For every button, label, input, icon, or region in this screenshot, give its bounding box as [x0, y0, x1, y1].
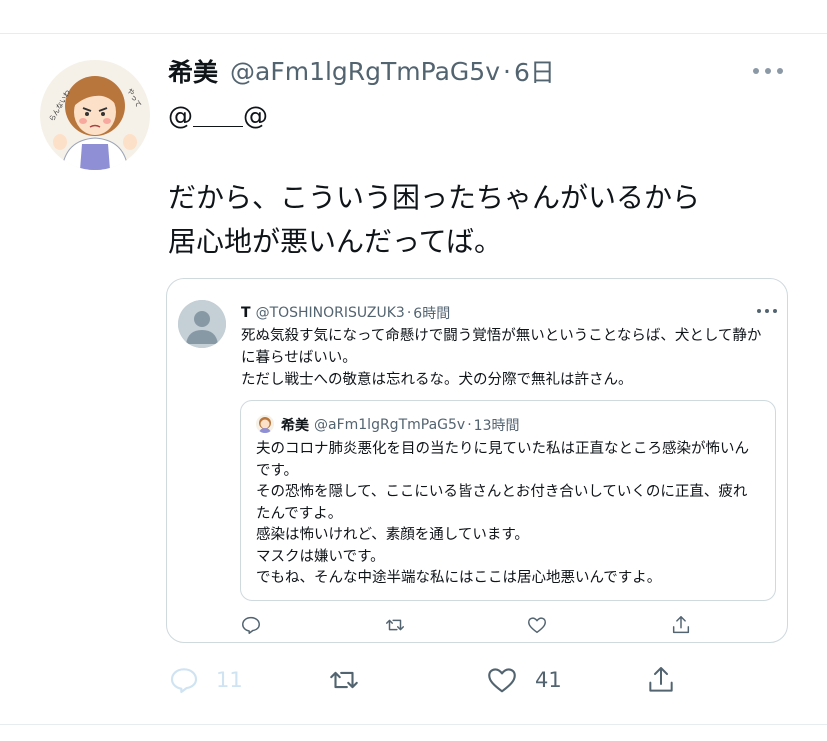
nested-text-line: マスクは嫌いです。 — [256, 548, 385, 565]
default-profile-icon — [178, 300, 226, 348]
author-name[interactable]: 希美 — [168, 53, 218, 89]
quoted-author-name[interactable]: T — [241, 305, 251, 321]
more-horizontal-icon[interactable] — [750, 60, 786, 82]
like-button[interactable]: 41 — [485, 660, 562, 700]
time-separator: · — [503, 56, 511, 86]
tweet-action-bar: 11 41 — [0, 660, 827, 700]
quoted-time-separator: · — [406, 305, 412, 321]
top-divider — [0, 33, 827, 34]
nested-text-line: 感染は怖いけれど、素顔を通しています。 — [256, 527, 529, 543]
nested-header: 希美 @aFm1lgRgTmPaG5v · 13時間 — [281, 415, 519, 435]
nested-avatar[interactable] — [256, 415, 274, 433]
quoted-more-horizontal-icon[interactable] — [757, 307, 777, 315]
like-count: 41 — [535, 668, 562, 692]
nested-text-line: その恐怖を隠して、ここにいる皆さんとお付き合いしていくのに正直、疲れ — [256, 484, 748, 500]
nested-text-line: でもね、そんな中途半端な私にはここは居心地悪いんですよ。 — [256, 570, 662, 586]
quoted-retweet-icon[interactable] — [384, 614, 406, 636]
user-avatar[interactable]: らんないわ やって — [40, 60, 150, 170]
tweet-text: だから、こういう困ったちゃんがいるから 居心地が悪いんだってば。 — [168, 176, 768, 264]
quoted-text-line: に暮らせばいい。 — [241, 350, 357, 366]
quoted-reply-icon[interactable] — [240, 614, 262, 636]
quoted-action-bar — [167, 614, 789, 638]
quoted-author-handle[interactable]: @TOSHINORISUZUK3 — [256, 305, 405, 321]
quoted-header: T @TOSHINORISUZUK3 · 6時間 — [241, 303, 450, 323]
tweet-time[interactable]: 6日 — [514, 53, 555, 89]
share-icon — [649, 667, 673, 692]
bottom-divider — [0, 724, 827, 725]
woman-cartoon-avatar-icon: らんないわ やって — [40, 60, 150, 170]
share-button[interactable] — [645, 660, 677, 700]
tweet-text-line: だから、こういう困ったちゃんがいるから — [168, 181, 701, 214]
retweet-button[interactable] — [327, 660, 361, 700]
quoted-text: 死ぬ気殺す気になって命懸けで闘う覚悟が無いということならば、犬として静か に暮ら… — [241, 325, 771, 391]
nested-text-line: 夫のコロナ肺炎悪化を目の当たりに見ていた私は正直なところ感染が怖いん — [256, 441, 749, 457]
reply-icon — [170, 668, 198, 694]
quoted-text-line: 死ぬ気殺す気になって命懸けで闘う覚悟が無いということならば、犬として静か — [241, 328, 762, 344]
nested-quoted-tweet-card[interactable]: 希美 @aFm1lgRgTmPaG5v · 13時間 夫のコロナ肺炎悪化を目の当… — [240, 400, 776, 601]
reply-button[interactable]: 11 — [168, 660, 243, 700]
nested-text-line: です。 — [256, 462, 299, 479]
quoted-tweet-card[interactable]: T @TOSHINORISUZUK3 · 6時間 死ぬ気殺す気になって命懸けで闘… — [166, 278, 788, 643]
nested-author-handle[interactable]: @aFm1lgRgTmPaG5v — [314, 417, 465, 433]
nested-time[interactable]: 13時間 — [474, 415, 520, 435]
quoted-time[interactable]: 6時間 — [413, 303, 450, 323]
nested-author-name[interactable]: 希美 — [281, 415, 309, 435]
nested-text-line: たんですよ。 — [256, 505, 343, 522]
tweet-header: 希美 @aFm1lgRgTmPaG5v · 6日 — [168, 54, 555, 88]
quoted-text-line: ただし戦士への敬意は忘れるな。犬の分際で無礼は許さん。 — [241, 372, 633, 388]
author-handle[interactable]: @aFm1lgRgTmPaG5v — [230, 57, 500, 86]
quoted-heart-icon[interactable] — [526, 614, 548, 636]
quoted-share-icon[interactable] — [670, 614, 692, 636]
quoted-avatar[interactable] — [178, 300, 226, 348]
nested-time-separator: · — [467, 417, 472, 433]
nested-text: 夫のコロナ肺炎悪化を目の当たりに見ていた私は正直なところ感染が怖いん です。 そ… — [256, 439, 766, 590]
retweet-icon — [330, 671, 358, 689]
tweet-text-line: 居心地が悪いんだってば。 — [168, 225, 503, 258]
woman-cartoon-avatar-icon — [256, 415, 274, 433]
reply-to-handle[interactable]: @＿＿@ — [168, 96, 268, 132]
heart-icon — [488, 668, 516, 693]
reply-count: 11 — [216, 668, 243, 692]
